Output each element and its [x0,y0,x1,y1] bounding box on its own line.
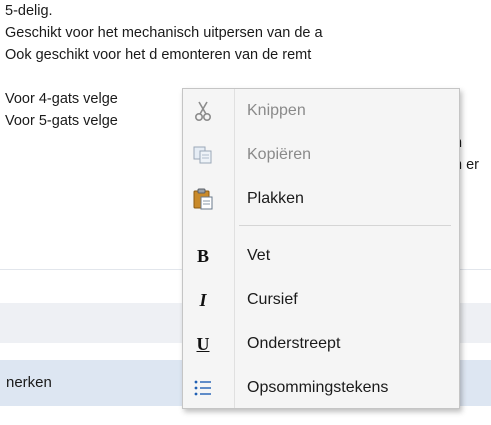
menu-item-label: Vet [247,247,271,264]
menu-item-label: Cursief [247,291,298,308]
bullet-list-icon [190,375,216,401]
menu-item-label: Onderstreept [247,335,341,352]
menu-item-cut[interactable]: Knippen [183,89,459,133]
menu-item-copy[interactable]: Kopiëren [183,133,459,177]
menu-item-bullets[interactable]: Opsommingstekens [183,366,459,410]
paste-icon [190,186,216,212]
menu-item-underline[interactable]: U Onderstreept [183,322,459,366]
menu-separator [239,225,451,226]
field-label: nerken [6,374,52,391]
italic-icon: I [199,289,207,310]
menu-item-label: Knippen [247,102,306,119]
description-line: 5-delig. [5,3,53,19]
menu-item-paste[interactable]: Plakken [183,177,459,221]
menu-item-label: Opsommingstekens [247,379,389,396]
underline-icon: U [196,333,210,354]
menu-item-bold[interactable]: B Vet [183,234,459,278]
description-line: Ook geschikt voor het d emonteren van de… [5,47,312,63]
bold-icon: B [196,245,209,266]
menu-item-italic[interactable]: I Cursief [183,278,459,322]
scissors-icon [190,98,216,124]
menu-item-label: Kopiëren [247,146,312,163]
copy-icon [190,142,216,168]
menu-item-label: Plakken [247,190,304,207]
description-line-empty [5,66,491,88]
description-line: Geschikt voor het mechanisch uitpersen v… [5,25,323,41]
context-menu: Knippen Kopiëren Plakken B Vet I Cursief… [182,88,460,409]
